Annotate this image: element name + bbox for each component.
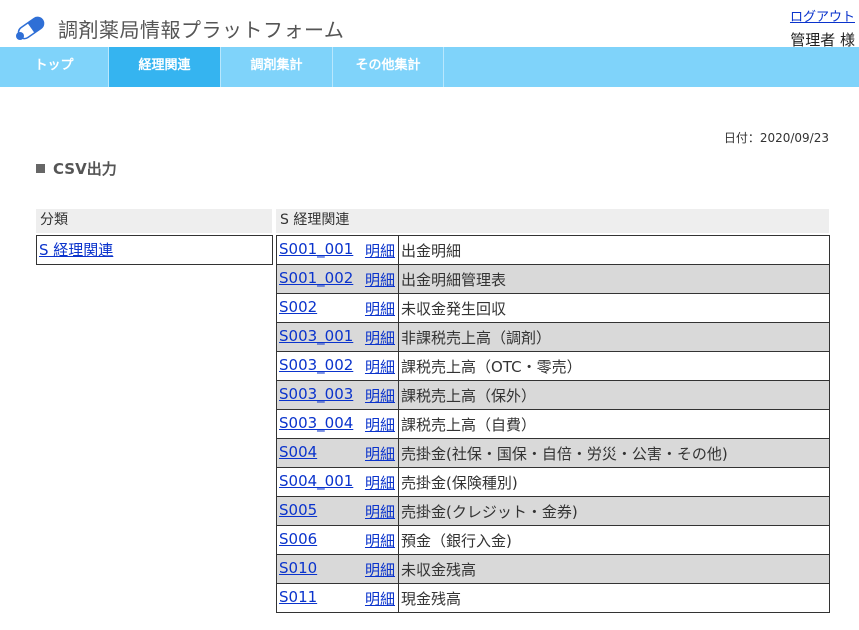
capsule-icon [16, 16, 45, 40]
report-link[interactable]: S003_001 明細 [279, 327, 395, 348]
code-cell: S011 明細 [276, 583, 399, 613]
code-cell: S006 明細 [276, 525, 399, 555]
report-name: 非課税売上高（調剤） [398, 322, 830, 352]
code-cell: S003_002 明細 [276, 351, 399, 381]
report-name: 課税売上高（保外） [398, 380, 830, 410]
report-name: 預金（銀行入金) [398, 525, 830, 555]
report-code: S011 [279, 587, 318, 606]
report-code: S006 [279, 529, 318, 548]
table-row: S005 明細 売掛金(クレジット・金券) [276, 496, 830, 526]
table-row: S004 明細 売掛金(社保・国保・自倍・労災・公害・その他) [276, 438, 830, 468]
report-code: S002 [279, 297, 318, 316]
code-cell: S002 明細 [276, 293, 399, 323]
report-link[interactable]: S004_001 明細 [279, 472, 395, 493]
code-cell: S003_003 明細 [276, 380, 399, 410]
square-bullet-icon [36, 164, 45, 173]
report-name: 課税売上高（OTC・零売） [398, 351, 830, 381]
report-type: 明細 [364, 328, 395, 347]
report-link[interactable]: S010 明細 [279, 559, 395, 580]
code-cell: S004 明細 [276, 438, 399, 468]
code-cell: S005 明細 [276, 496, 399, 526]
header: 調剤薬局情報プラットフォーム ログアウト 管理者 様 [0, 0, 859, 49]
report-type: 明細 [364, 560, 395, 579]
tab-accounting[interactable]: 経理関連 [109, 47, 221, 87]
table-row: S002 明細 未収金発生回収 [276, 293, 830, 323]
report-name: 未収金残高 [398, 554, 830, 584]
report-code: S004_001 [279, 471, 354, 490]
report-link[interactable]: S004 明細 [279, 443, 395, 464]
table-row: S003_004 明細 課税売上高（自費） [276, 409, 830, 439]
table-row: S006 明細 預金（銀行入金) [276, 525, 830, 555]
report-code: S003_002 [279, 355, 354, 374]
app-title: 調剤薬局情報プラットフォーム [58, 18, 345, 42]
report-name: 売掛金(社保・国保・自倍・労災・公害・その他) [398, 438, 830, 468]
nav-bar: トップ 経理関連 調剤集計 その他集計 [0, 47, 859, 87]
report-name: 未収金発生回収 [398, 293, 830, 323]
report-code: S010 [279, 558, 318, 577]
report-code: S003_003 [279, 384, 354, 403]
report-type: 明細 [364, 531, 395, 550]
date-label: 日付：2020/09/23 [723, 131, 829, 145]
section-title: CSV出力 [36, 158, 117, 179]
report-type: 明細 [364, 386, 395, 405]
report-name: 出金明細管理表 [398, 264, 830, 294]
table-row: S003_001 明細 非課税売上高（調剤） [276, 322, 830, 352]
report-link[interactable]: S001_001 明細 [279, 240, 395, 261]
report-type: 明細 [364, 444, 395, 463]
report-type: 明細 [364, 299, 395, 318]
category-header: 分類 [36, 209, 272, 233]
report-link[interactable]: S005 明細 [279, 501, 395, 522]
section-title-text: CSV出力 [53, 160, 117, 178]
report-name: 売掛金(保険種別) [398, 467, 830, 497]
table-row: S003_003 明細 課税売上高（保外） [276, 380, 830, 410]
report-code: S001_001 [279, 239, 354, 258]
table-row: S003_002 明細 課税売上高（OTC・零売） [276, 351, 830, 381]
table-row: S001_002 明細 出金明細管理表 [276, 264, 830, 294]
table-row: S011 明細 現金残高 [276, 583, 830, 613]
report-type: 明細 [364, 270, 395, 289]
category-list: S 経理関連 [36, 235, 273, 265]
report-link[interactable]: S006 明細 [279, 530, 395, 551]
report-type: 明細 [364, 357, 395, 376]
tab-dispensing-summary[interactable]: 調剤集計 [221, 47, 333, 87]
report-type: 明細 [364, 589, 395, 608]
report-table: S001_001 明細 出金明細 S001_002 明細 出金明細管理表 S002 明細 未収金… [276, 235, 830, 613]
report-code: S004 [279, 442, 318, 461]
report-code: S003_001 [279, 326, 354, 345]
code-cell: S001_002 明細 [276, 264, 399, 294]
tab-top[interactable]: トップ [0, 47, 109, 87]
code-cell: S010 明細 [276, 554, 399, 584]
category-link-accounting[interactable]: S 経理関連 [39, 241, 113, 259]
report-link[interactable]: S003_004 明細 [279, 414, 395, 435]
report-link[interactable]: S001_002 明細 [279, 269, 395, 290]
code-cell: S001_001 明細 [276, 235, 399, 265]
report-code: S003_004 [279, 413, 354, 432]
report-name: 課税売上高（自費） [398, 409, 830, 439]
table-row: S004_001 明細 売掛金(保険種別) [276, 467, 830, 497]
table-row: S001_001 明細 出金明細 [276, 235, 830, 265]
report-name: 売掛金(クレジット・金券) [398, 496, 830, 526]
report-name: 出金明細 [398, 235, 830, 265]
report-type: 明細 [364, 241, 395, 260]
code-cell: S003_001 明細 [276, 322, 399, 352]
report-link[interactable]: S003_003 明細 [279, 385, 395, 406]
list-header: S 経理関連 [276, 209, 829, 233]
report-link[interactable]: S002 明細 [279, 298, 395, 319]
report-type: 明細 [364, 502, 395, 521]
tab-other-summary[interactable]: その他集計 [333, 47, 444, 87]
report-code: S005 [279, 500, 318, 519]
table-row: S010 明細 未収金残高 [276, 554, 830, 584]
logout-link[interactable]: ログアウト [790, 6, 855, 25]
report-name: 現金残高 [398, 583, 830, 613]
report-link[interactable]: S011 明細 [279, 588, 395, 609]
code-cell: S004_001 明細 [276, 467, 399, 497]
report-type: 明細 [364, 415, 395, 434]
code-cell: S003_004 明細 [276, 409, 399, 439]
report-link[interactable]: S003_002 明細 [279, 356, 395, 377]
report-type: 明細 [364, 473, 395, 492]
report-code: S001_002 [279, 268, 354, 287]
